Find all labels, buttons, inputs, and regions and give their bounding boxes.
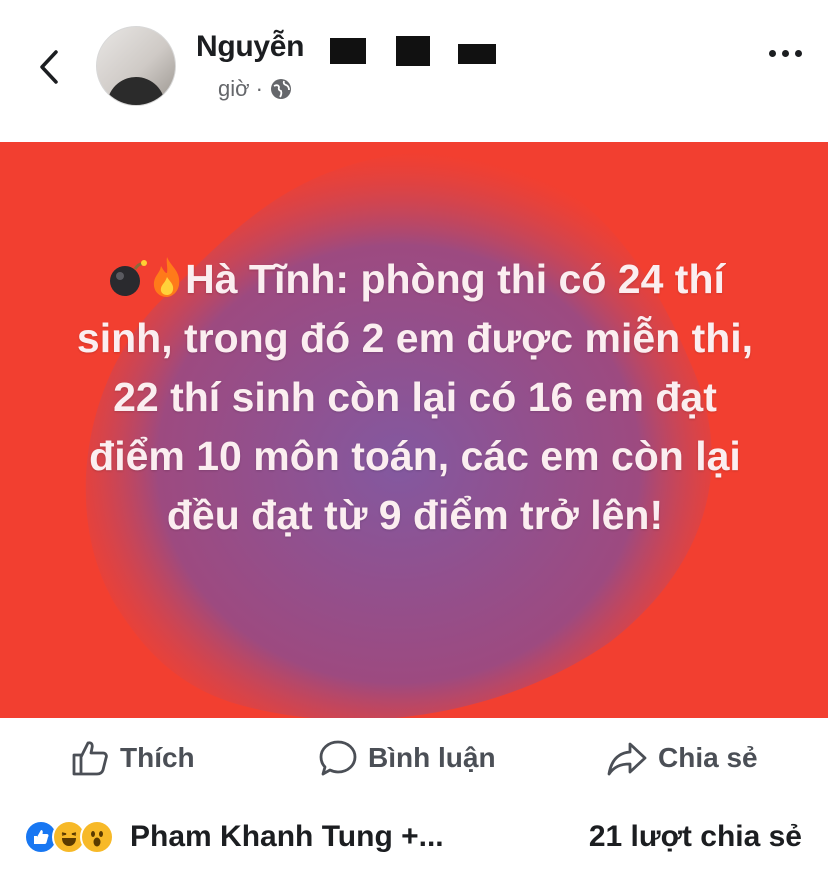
- post-meta: giờ ·: [218, 76, 293, 102]
- share-arrow-icon: [607, 742, 647, 776]
- comment-label: Bình luận: [368, 742, 496, 773]
- globe-icon[interactable]: [269, 77, 293, 101]
- like-button[interactable]: Thích: [70, 738, 195, 778]
- chevron-left-icon: [40, 50, 58, 84]
- post-actions: Thích Bình luận Chia sẻ: [0, 720, 828, 798]
- post-header: Nguyễn giờ ·: [0, 0, 828, 140]
- post-footer: Pham Khanh Tung +... 21 lượt chia sẻ: [0, 800, 828, 874]
- reactors-text[interactable]: Pham Khanh Tung +...: [130, 820, 444, 854]
- more-options-button[interactable]: [769, 50, 802, 57]
- post-background-card[interactable]: Hà Tĩnh: phòng thi có 24 thí sinh, trong…: [0, 142, 828, 718]
- reaction-icons[interactable]: [24, 820, 114, 854]
- redaction-mark: [330, 38, 366, 64]
- post-text: Hà Tĩnh: phòng thi có 24 thí sinh, trong…: [70, 250, 760, 545]
- fire-icon: [153, 257, 180, 297]
- author-name[interactable]: Nguyễn: [196, 30, 305, 64]
- meta-separator: ·: [255, 76, 263, 101]
- redaction-mark: [458, 44, 496, 64]
- comment-icon: [319, 740, 357, 776]
- more-dots-icon: [769, 50, 776, 57]
- comment-button[interactable]: Bình luận: [318, 738, 496, 778]
- author-name-text: Nguyễn: [196, 30, 305, 63]
- back-button[interactable]: [30, 42, 70, 92]
- post-time: giờ: [218, 76, 250, 101]
- like-label: Thích: [120, 742, 195, 773]
- share-count[interactable]: 21 lượt chia sẻ: [589, 820, 802, 854]
- thumbs-up-icon: [72, 741, 108, 776]
- redaction-mark: [396, 36, 430, 66]
- author-avatar[interactable]: [96, 26, 176, 106]
- bomb-icon: [110, 260, 148, 296]
- wow-reaction-icon: [80, 820, 114, 854]
- share-button[interactable]: Chia sẻ: [606, 738, 758, 778]
- share-label: Chia sẻ: [658, 742, 758, 773]
